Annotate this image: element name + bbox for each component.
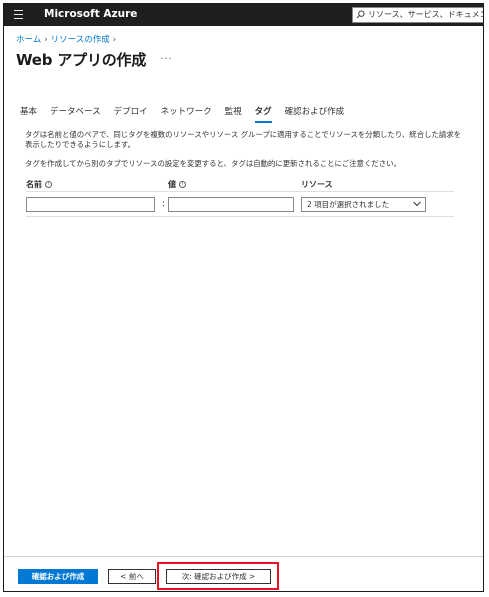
highlight-box bbox=[157, 562, 279, 590]
chevron-down-icon bbox=[413, 201, 421, 207]
hamburger-menu-icon[interactable] bbox=[14, 10, 23, 19]
resource-select-value: 2 項目が選択されました bbox=[307, 200, 390, 209]
breadcrumb-separator-icon: › bbox=[112, 35, 117, 45]
value-column-header: 値 i bbox=[168, 179, 186, 190]
azure-portal-window: Microsoft Azure リソース、サービス、ドキュメントの検索 ホーム›… bbox=[3, 3, 484, 592]
search-box[interactable]: リソース、サービス、ドキュメントの検索 bbox=[352, 7, 483, 23]
table-row-divider bbox=[26, 216, 454, 217]
table-header-divider bbox=[26, 191, 454, 192]
name-header-label: 名前 bbox=[26, 180, 42, 189]
tab-tags[interactable]: タグ bbox=[254, 105, 272, 123]
more-options-icon[interactable]: ··· bbox=[160, 54, 173, 65]
top-bar: Microsoft Azure リソース、サービス、ドキュメントの検索 bbox=[4, 4, 483, 26]
tab-monitoring[interactable]: 監視 bbox=[225, 105, 242, 123]
tag-value-input[interactable] bbox=[168, 197, 294, 212]
resource-select[interactable]: 2 項目が選択されました bbox=[301, 197, 426, 212]
tags-update-note: タグを作成してから別のタブでリソースの設定を変更すると、タグは自動的に更新される… bbox=[25, 159, 401, 168]
search-icon bbox=[356, 10, 365, 19]
search-placeholder: リソース、サービス、ドキュメントの検索 bbox=[368, 10, 483, 19]
tab-database[interactable]: データベース bbox=[50, 105, 101, 123]
brand-title[interactable]: Microsoft Azure bbox=[44, 8, 137, 20]
tag-name-input[interactable] bbox=[26, 197, 155, 212]
name-value-separator: : bbox=[162, 199, 166, 209]
breadcrumb-create-resource[interactable]: リソースの作成 bbox=[51, 35, 110, 45]
page-title: Web アプリの作成 bbox=[16, 51, 147, 69]
breadcrumb-home[interactable]: ホーム bbox=[16, 35, 41, 45]
review-create-button[interactable]: 確認および作成 bbox=[18, 569, 98, 584]
value-header-label: 値 bbox=[168, 180, 176, 189]
name-column-header: 名前 i bbox=[26, 179, 52, 190]
footer-divider bbox=[4, 556, 483, 557]
tags-description: タグは名前と値のペアで、同じタグを複数のリソースやリソース グループに適用するこ… bbox=[25, 130, 462, 149]
tab-basics[interactable]: 基本 bbox=[20, 105, 37, 123]
tab-bar: 基本 データベース デプロイ ネットワーク 監視 タグ 確認および作成 bbox=[20, 105, 357, 123]
info-icon[interactable]: i bbox=[179, 181, 186, 188]
previous-button[interactable]: < 前へ bbox=[108, 569, 156, 584]
tab-networking[interactable]: ネットワーク bbox=[161, 105, 212, 123]
info-icon[interactable]: i bbox=[45, 181, 52, 188]
tab-review-create[interactable]: 確認および作成 bbox=[285, 105, 345, 123]
breadcrumb: ホーム › リソースの作成 › bbox=[16, 33, 119, 45]
tab-deployment[interactable]: デプロイ bbox=[114, 105, 148, 123]
breadcrumb-separator-icon: › bbox=[44, 35, 48, 45]
resource-column-header: リソース bbox=[301, 179, 333, 190]
title-row: Web アプリの作成 ··· bbox=[16, 49, 173, 70]
resource-header-label: リソース bbox=[301, 180, 333, 189]
